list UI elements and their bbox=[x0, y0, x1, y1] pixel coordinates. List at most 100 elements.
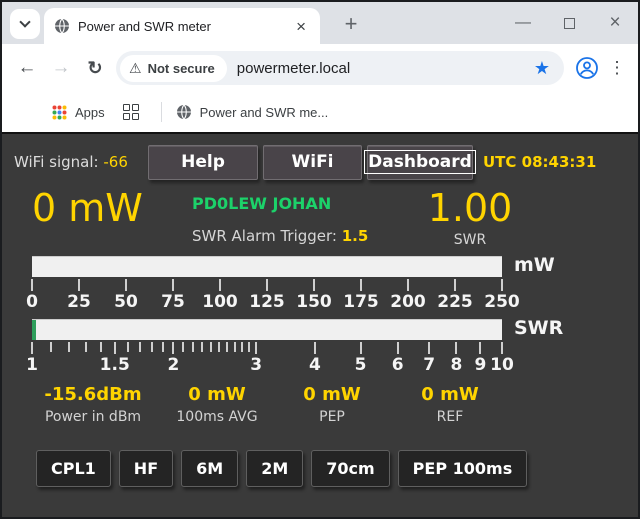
scale-tick bbox=[397, 342, 399, 354]
browser-menu-button[interactable]: ⋮ bbox=[604, 51, 630, 85]
scale-tick bbox=[266, 279, 268, 291]
squares-grid-icon bbox=[123, 104, 139, 120]
scale-minor-tick bbox=[151, 342, 153, 352]
apps-label: Apps bbox=[75, 105, 105, 120]
power-meter: mW 0255075100125150175200225250 bbox=[32, 256, 638, 311]
stat-pep-label: PEP bbox=[303, 409, 360, 425]
stats-row: -15.6dBm Power in dBm 0 mW 100ms AVG 0 m… bbox=[2, 384, 638, 432]
6m-button[interactable]: 6M bbox=[181, 450, 238, 487]
scale-tick bbox=[501, 279, 503, 291]
scale-label: 0 bbox=[26, 292, 38, 312]
stat-dbm-value: -15.6dBm bbox=[44, 384, 141, 405]
scale-tick bbox=[219, 279, 221, 291]
security-chip[interactable]: ⚠ Not secure bbox=[120, 55, 227, 82]
scale-label: 1 bbox=[26, 355, 38, 375]
reading-list-button[interactable] bbox=[123, 104, 139, 120]
stat-ref-label: REF bbox=[421, 409, 478, 425]
scale-label: 1.5 bbox=[100, 355, 130, 375]
close-window-button[interactable]: × bbox=[592, 2, 638, 44]
swr-readout-caption: SWR bbox=[393, 232, 547, 248]
stat-avg-label: 100ms AVG bbox=[176, 409, 257, 425]
tab-strip: Power and SWR meter × + — × bbox=[2, 2, 638, 44]
help-button-label: Help bbox=[181, 152, 225, 172]
scale-tick bbox=[455, 342, 457, 354]
scale-label: 3 bbox=[250, 355, 262, 375]
bookmark-item[interactable]: Power and SWR me... bbox=[176, 104, 329, 120]
wifi-button[interactable]: WiFi bbox=[263, 145, 362, 180]
scale-tick bbox=[114, 342, 116, 354]
url-text[interactable]: powermeter.local bbox=[237, 60, 526, 77]
scale-tick bbox=[255, 342, 257, 354]
power-meter-scale: 0255075100125150175200225250 bbox=[32, 277, 502, 311]
scale-tick bbox=[314, 342, 316, 354]
dashboard-button-label: Dashboard bbox=[365, 151, 475, 173]
scale-label: 5 bbox=[355, 355, 367, 375]
power-meter-bar bbox=[32, 256, 502, 277]
tab-search-button[interactable] bbox=[10, 9, 40, 39]
stat-pep-value: 0 mW bbox=[303, 384, 360, 405]
wifi-signal-label: WiFi signal: bbox=[14, 153, 99, 171]
scale-minor-tick bbox=[127, 342, 129, 352]
swr-meter-fill bbox=[32, 320, 36, 340]
scale-minor-tick bbox=[192, 342, 194, 352]
maximize-button[interactable] bbox=[546, 2, 592, 44]
scale-label: 9 bbox=[474, 355, 486, 375]
swr-alarm: SWR Alarm Trigger: 1.5 bbox=[192, 227, 377, 245]
tab-close-icon[interactable]: × bbox=[292, 16, 310, 37]
browser-window: Power and SWR meter × + — × ← → ↻ ⚠ Not … bbox=[0, 0, 640, 519]
hf-button[interactable]: HF bbox=[119, 450, 173, 487]
profile-button[interactable] bbox=[570, 51, 604, 85]
tab-title: Power and SWR meter bbox=[78, 19, 292, 34]
scale-tick bbox=[313, 279, 315, 291]
scale-label: 100 bbox=[202, 292, 238, 312]
swr-meter: SWR 11.52345678910 bbox=[32, 319, 638, 374]
scale-minor-tick bbox=[100, 342, 102, 352]
scale-minor-tick bbox=[248, 342, 250, 352]
wifi-signal-value: -66 bbox=[103, 153, 128, 171]
power-meter-unit: mW bbox=[514, 254, 555, 276]
globe-favicon-icon bbox=[54, 18, 70, 34]
callsign: PD0LEW JOHAN bbox=[192, 194, 377, 213]
scale-minor-tick bbox=[234, 342, 236, 352]
reload-button[interactable]: ↻ bbox=[78, 51, 112, 85]
globe-favicon-icon bbox=[176, 104, 192, 120]
power-readout: 0 mW bbox=[2, 188, 192, 250]
stat-ref-value: 0 mW bbox=[421, 384, 478, 405]
scale-tick bbox=[172, 279, 174, 291]
browser-toolbar: ← → ↻ ⚠ Not secure powermeter.local ★ ⋮ bbox=[2, 44, 638, 92]
minimize-button[interactable]: — bbox=[500, 2, 546, 44]
apps-shortcut[interactable]: Apps bbox=[52, 105, 105, 120]
scale-minor-tick bbox=[50, 342, 52, 352]
scale-label: 150 bbox=[296, 292, 332, 312]
scale-tick bbox=[172, 342, 174, 354]
wifi-button-label: WiFi bbox=[291, 152, 333, 172]
pep-100ms-button[interactable]: PEP 100ms bbox=[398, 450, 528, 487]
address-bar[interactable]: ⚠ Not secure powermeter.local ★ bbox=[116, 51, 564, 85]
70cm-button[interactable]: 70cm bbox=[311, 450, 389, 487]
bookmark-star-icon[interactable]: ★ bbox=[526, 58, 558, 79]
utc-clock: UTC 08:43:31 bbox=[483, 153, 596, 171]
scale-label: 7 bbox=[423, 355, 435, 375]
forward-button[interactable]: → bbox=[44, 51, 78, 85]
scale-tick bbox=[31, 279, 33, 291]
active-tab[interactable]: Power and SWR meter × bbox=[44, 8, 320, 44]
2m-button[interactable]: 2M bbox=[246, 450, 303, 487]
dashboard-button[interactable]: Dashboard bbox=[367, 145, 473, 180]
help-button[interactable]: Help bbox=[148, 145, 258, 180]
scale-tick bbox=[428, 342, 430, 354]
scale-minor-tick bbox=[139, 342, 141, 352]
apps-grid-icon bbox=[52, 105, 67, 120]
cpl1-button[interactable]: CPL1 bbox=[36, 450, 111, 487]
profile-icon bbox=[575, 56, 599, 80]
readout-center: PD0LEW JOHAN SWR Alarm Trigger: 1.5 bbox=[192, 188, 377, 250]
scale-tick bbox=[454, 279, 456, 291]
powermeter-page: WiFi signal: -66 Help WiFi Dashboard UTC… bbox=[2, 132, 638, 517]
stat-dbm-label: Power in dBm bbox=[44, 409, 141, 425]
scale-tick bbox=[407, 279, 409, 291]
new-tab-button[interactable]: + bbox=[336, 10, 366, 40]
scale-tick bbox=[479, 342, 481, 354]
back-button[interactable]: ← bbox=[10, 51, 44, 85]
maximize-icon bbox=[564, 18, 575, 29]
swr-alarm-value: 1.5 bbox=[342, 227, 369, 245]
scale-tick bbox=[360, 279, 362, 291]
